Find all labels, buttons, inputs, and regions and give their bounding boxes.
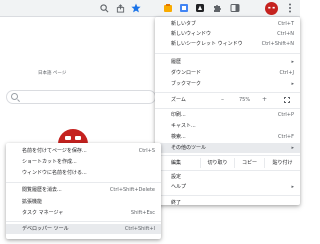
menu-item-print[interactable]: 印刷... Ctrl+P xyxy=(155,110,300,120)
menu-divider xyxy=(155,108,300,109)
submenu-item-task-manager[interactable]: タスク マネージャ Shift+Esc xyxy=(6,208,161,218)
menu-item-new-tab[interactable]: 新しいタブ Ctrl+T xyxy=(155,19,300,29)
page-card-text: 日本語 ページ xyxy=(38,71,67,76)
menu-item-bookmarks[interactable]: ブックマーク ▸ xyxy=(155,79,300,89)
menu-divider xyxy=(155,53,300,54)
menu-item-settings[interactable]: 設定 xyxy=(155,172,300,182)
zoom-in-button[interactable]: + xyxy=(262,95,267,105)
extension-puzzle-icon[interactable] xyxy=(162,2,174,14)
chrome-main-menu: 新しいタブ Ctrl+T 新しいウィンドウ Ctrl+N 新しいシークレット ウ… xyxy=(155,17,300,208)
cut-button[interactable]: 切り取り xyxy=(200,158,234,168)
menu-item-new-window[interactable]: 新しいウィンドウ Ctrl+N xyxy=(155,29,300,39)
menu-divider xyxy=(155,170,300,171)
browser-toolbar xyxy=(0,0,300,17)
menu-divider xyxy=(6,182,161,183)
menu-item-more-tools[interactable]: その他のツール ▸ xyxy=(155,143,300,153)
page-card: 日本語 ページ xyxy=(8,58,158,88)
menu-divider xyxy=(6,221,161,222)
menu-item-new-incognito-window[interactable]: 新しいシークレット ウィンドウ Ctrl+Shift+N xyxy=(155,39,300,49)
menu-item-downloads[interactable]: ダウンロード Ctrl+J xyxy=(155,68,300,78)
chevron-right-icon: ▸ xyxy=(291,81,294,87)
page-search-box[interactable] xyxy=(6,90,156,104)
menu-item-cast[interactable]: キャスト... xyxy=(155,121,300,131)
menu-item-zoom: ズーム – 75% + xyxy=(155,95,300,105)
chevron-right-icon: ▸ xyxy=(291,184,294,190)
menu-divider xyxy=(155,155,300,156)
menu-kebab-icon[interactable] xyxy=(284,2,296,14)
zoom-level: 75% xyxy=(239,97,251,103)
menu-item-edit: 編集 切り取り コピー 貼り付け xyxy=(155,158,300,168)
extension-icon[interactable] xyxy=(194,2,206,14)
menu-divider xyxy=(155,195,300,196)
search-icon[interactable] xyxy=(98,2,110,14)
paste-button[interactable]: 貼り付け xyxy=(264,158,300,168)
menu-divider xyxy=(155,92,300,93)
bookmark-icon[interactable] xyxy=(178,2,190,14)
submenu-item-developer-tools[interactable]: デベロッパー ツール Ctrl+Shift+I xyxy=(6,224,161,234)
profile-avatar-icon[interactable] xyxy=(264,1,278,15)
menu-item-history[interactable]: 履歴 ▸ xyxy=(155,57,300,67)
submenu-item-extensions[interactable]: 拡張機能 xyxy=(6,197,161,207)
submenu-item-create-shortcut[interactable]: ショートカットを作成... xyxy=(6,157,161,167)
sidepanel-icon[interactable] xyxy=(229,2,241,14)
menu-item-exit[interactable]: 終了 xyxy=(155,198,300,208)
zoom-out-button[interactable]: – xyxy=(221,95,224,105)
menu-item-find[interactable]: 検索... Ctrl+F xyxy=(155,132,300,142)
chevron-right-icon: ▸ xyxy=(291,145,294,151)
share-icon[interactable] xyxy=(114,2,126,14)
submenu-item-save-page-as[interactable]: 名前を付けてページを保存... Ctrl+S xyxy=(6,146,161,156)
fullscreen-icon[interactable] xyxy=(283,96,291,104)
menu-item-help[interactable]: ヘルプ ▸ xyxy=(155,182,300,192)
copy-button[interactable]: コピー xyxy=(234,158,264,168)
search-icon xyxy=(11,93,18,100)
chevron-right-icon: ▸ xyxy=(291,59,294,65)
more-tools-submenu: 名前を付けてページを保存... Ctrl+S ショートカットを作成... ウィン… xyxy=(6,143,161,239)
puzzle-icon[interactable] xyxy=(211,2,223,14)
submenu-item-name-window[interactable]: ウィンドウに名前を付ける... xyxy=(6,168,161,178)
star-icon[interactable] xyxy=(130,2,142,14)
submenu-item-clear-browsing-data[interactable]: 閲覧履歴を消去... Ctrl+Shift+Delete xyxy=(6,185,161,195)
